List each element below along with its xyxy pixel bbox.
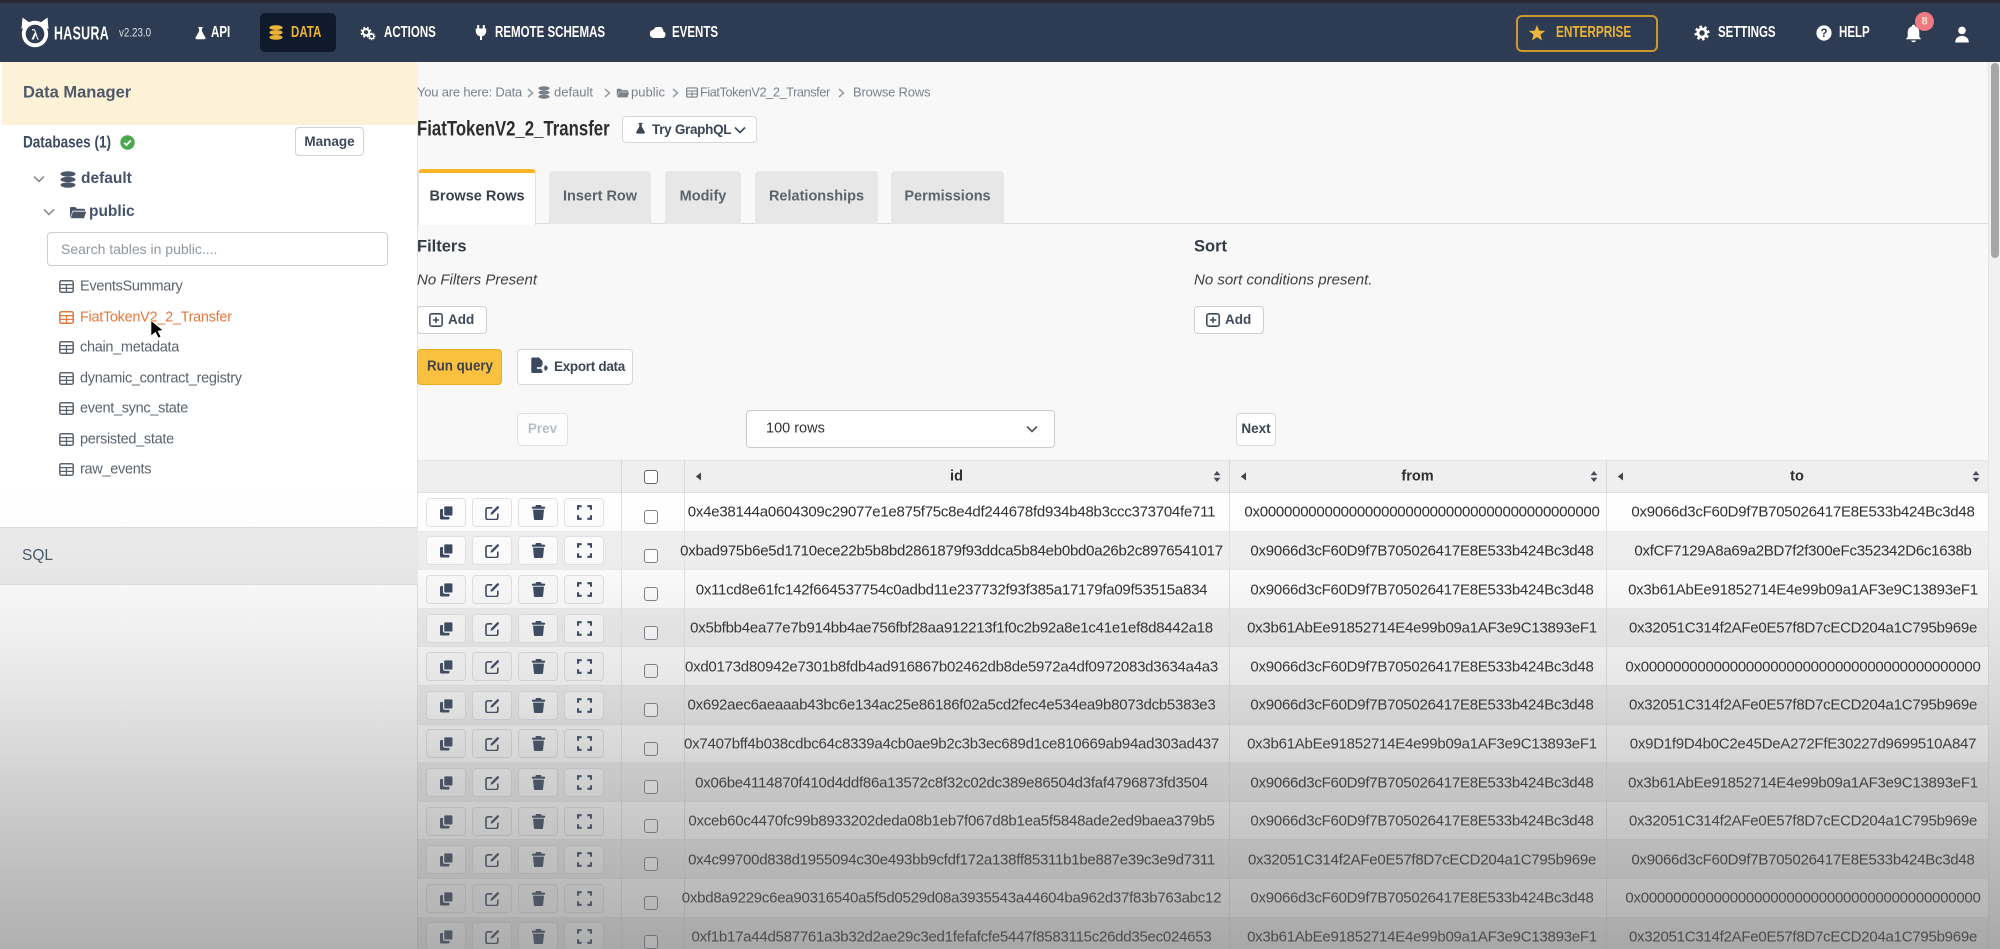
svg-text:λ: λ: [31, 28, 39, 44]
svg-text:?: ?: [1820, 28, 1827, 40]
